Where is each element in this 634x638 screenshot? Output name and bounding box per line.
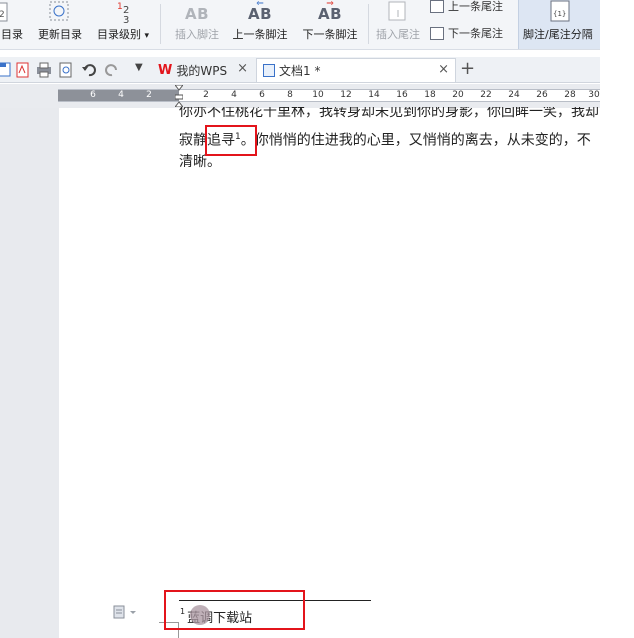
ruler-number: 4 (118, 90, 124, 100)
ruler-number: 6 (90, 90, 96, 100)
left-workspace-margin (0, 84, 59, 638)
ruler-number: 2 (203, 90, 209, 100)
undo-icon[interactable] (81, 62, 97, 78)
ruler-number: 10 (312, 90, 324, 100)
redo-icon[interactable] (104, 62, 120, 78)
insert-endnote-button[interactable]: 插入尾注 (372, 0, 424, 49)
save-icon[interactable] (0, 62, 12, 78)
toc-level-button[interactable]: 123 目录级别 ▾ (90, 0, 156, 49)
next-endnote-button[interactable]: 下一条尾注 (430, 23, 503, 43)
toc-level-text: 目录级别 (96, 28, 141, 41)
toc-level-label: 目录级别 ▾ (90, 26, 156, 42)
next-footnote-label: 下一条脚注 (302, 28, 358, 41)
ruler-number: 30 (588, 90, 600, 100)
ruler-number: 16 (396, 90, 408, 100)
tab-my-wps-label: 我的WPS (176, 63, 228, 78)
ruler-number: 26 (536, 90, 548, 100)
document-icon (263, 64, 275, 77)
update-toc-button[interactable]: 更新目录 (34, 0, 86, 49)
ruler-number: 28 (564, 90, 576, 100)
chevron-down-icon: ▾ (144, 31, 150, 41)
prev-endnote-icon (430, 0, 444, 13)
tab-document1[interactable]: 文档1 * × (256, 58, 456, 82)
tab-my-wps[interactable]: W 我的WPS × (154, 58, 254, 82)
indent-marker-icon[interactable] (175, 85, 183, 107)
toc-button[interactable]: 2 目录 (0, 0, 28, 49)
text-segment: 寂静 (179, 132, 207, 149)
next-endnote-icon (430, 26, 444, 40)
toc-label: 目录 (1, 28, 23, 41)
insert-footnote-button[interactable]: AB 插入脚注 (168, 0, 226, 49)
update-toc-label: 更新目录 (38, 28, 82, 41)
arrow-right-icon: ⇒ (326, 0, 334, 9)
prev-footnote-label: 上一条脚注 (232, 28, 288, 41)
document-tab-bar: ▼ W 我的WPS × 文档1 * × + (0, 57, 600, 83)
footnote-separator-label: 脚注/尾注分隔 (523, 28, 593, 41)
next-footnote-button[interactable]: ⇒ AB 下一条脚注 (297, 0, 363, 49)
ruler-number: 12 (340, 90, 352, 100)
quick-access-dropdown-icon[interactable]: ▼ (135, 62, 143, 73)
ruler-number: 8 (287, 90, 293, 100)
footnote-separator-button[interactable]: {1} 脚注/尾注分隔 (518, 0, 600, 49)
insert-footnote-icon: AB (168, 0, 226, 24)
ruler-number: 6 (259, 90, 265, 100)
reference-ribbon: 2 目录 更新目录 123 目录级别 ▾ AB 插入脚注 ⇐ AB 上一条脚注 (0, 0, 600, 50)
prev-endnote-label: 上一条尾注 (448, 0, 503, 13)
export-pdf-icon[interactable] (15, 62, 31, 78)
insert-endnote-icon (372, 0, 424, 24)
svg-text:1: 1 (117, 2, 123, 12)
new-tab-icon[interactable]: + (460, 58, 475, 79)
print-preview-icon[interactable] (58, 62, 74, 78)
ruler-number: 22 (480, 90, 492, 100)
tab-document1-label: 文档1 * (279, 64, 321, 78)
print-icon[interactable] (36, 62, 52, 78)
ab-glyph: AB (184, 5, 210, 23)
ribbon-separator (160, 4, 161, 44)
svg-text:3: 3 (123, 15, 129, 24)
horizontal-ruler[interactable]: 6 4 2 2 4 6 8 10 12 14 16 18 20 22 24 26… (58, 89, 600, 102)
insert-endnote-label: 插入尾注 (376, 28, 420, 41)
close-icon[interactable]: × (237, 61, 248, 76)
highlight-box-footnote-reference (205, 125, 257, 156)
toc-icon: 2 (0, 0, 28, 24)
prev-footnote-icon: ⇐ AB (228, 0, 292, 24)
ruler-number: 4 (231, 90, 237, 100)
ruler-number: 20 (452, 90, 464, 100)
footnote-separator-icon: {1} (519, 0, 600, 24)
close-icon[interactable]: × (438, 62, 449, 77)
paragraph-options-icon[interactable] (113, 605, 141, 619)
ruler-number: 24 (508, 90, 520, 100)
text-line-1: 你亦不住桃花千里林，我转身却未见到你的身影，你回眸一笑，我却 (179, 107, 599, 120)
next-footnote-icon: ⇒ AB (297, 0, 363, 24)
ruler-number: 2 (146, 90, 152, 100)
update-toc-icon (34, 0, 86, 24)
highlight-box-footnote (164, 590, 305, 630)
arrow-left-icon: ⇐ (256, 0, 264, 9)
prev-endnote-button[interactable]: 上一条尾注 (430, 0, 503, 16)
prev-footnote-button[interactable]: ⇐ AB 上一条脚注 (228, 0, 292, 49)
ruler-number: 14 (368, 90, 380, 100)
next-endnote-label: 下一条尾注 (448, 27, 503, 40)
text-segment: 。你悄悄的住进我的心里，又悄悄的离去，从未变的，不 (240, 132, 591, 149)
insert-footnote-label: 插入脚注 (175, 28, 219, 41)
svg-text:{1}: {1} (553, 10, 566, 18)
document-page[interactable] (59, 108, 600, 638)
ribbon-separator (368, 4, 369, 44)
svg-text:2: 2 (0, 10, 5, 20)
toc-level-icon: 123 (90, 0, 156, 26)
ruler-number: 18 (424, 90, 436, 100)
wps-logo-icon: W (158, 62, 173, 78)
